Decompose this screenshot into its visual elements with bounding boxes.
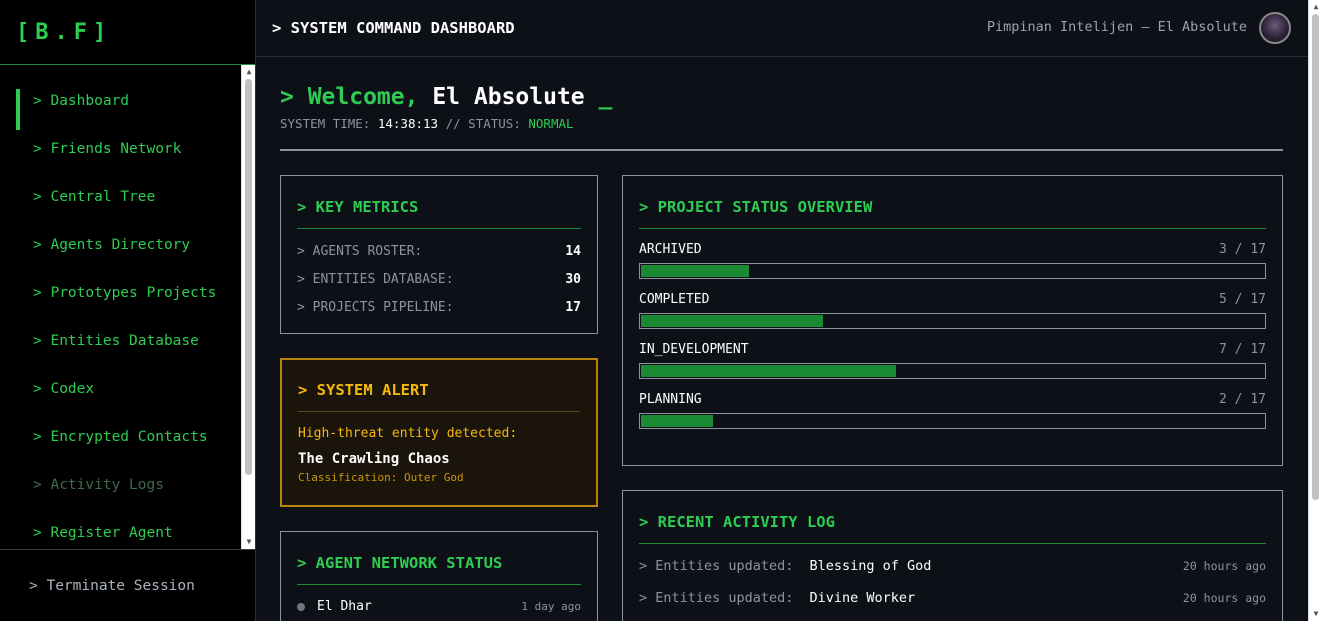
metric-label: > PROJECTS PIPELINE: (297, 299, 454, 315)
sidebar-item-friends-network[interactable]: > Friends Network (0, 125, 240, 173)
activity-value: Divine Worker (809, 590, 916, 606)
avatar[interactable] (1259, 12, 1291, 44)
terminate-session-button[interactable]: > Terminate Session (0, 549, 255, 621)
progress-bar (639, 413, 1266, 429)
alert-message: High-threat entity detected: (298, 426, 518, 441)
system-alert-title: > SYSTEM ALERT (298, 381, 580, 412)
project-status-row: PLANNING 2 / 17 (639, 392, 1266, 429)
progress-bar (639, 363, 1266, 379)
agent-network-title: > AGENT NETWORK STATUS (297, 554, 581, 585)
sidebar-item-register-agent[interactable]: > Register Agent (0, 509, 240, 549)
activity-time: 20 hours ago (1182, 559, 1266, 573)
sidebar-scrollbar[interactable]: ▲ ▼ (241, 65, 255, 549)
sidebar-nav: > Dashboard > Friends Network > Central … (0, 65, 240, 549)
top-header: > SYSTEM COMMAND DASHBOARD Pimpinan Inte… (256, 0, 1308, 57)
status-label: // STATUS: (438, 116, 529, 131)
key-metrics-panel: > KEY METRICS > AGENTS ROSTER: 14 > ENTI… (280, 175, 598, 334)
metric-value: 30 (565, 271, 581, 287)
system-status-line: SYSTEM TIME: 14:38:13 // STATUS: NORMAL (280, 116, 574, 131)
project-status-panel: > PROJECT STATUS OVERVIEW ARCHIVED 3 / 1… (622, 175, 1283, 466)
metric-value: 17 (565, 299, 581, 315)
agent-network-panel: > AGENT NETWORK STATUS El Dhar 1 day ago (280, 531, 598, 621)
project-status-count: 2 / 17 (1219, 392, 1266, 407)
progress-fill (641, 415, 713, 427)
list-item[interactable]: El Dhar 1 day ago (297, 599, 581, 614)
sidebar-item-prototypes-projects[interactable]: > Prototypes Projects (0, 269, 240, 317)
page-scroll-thumb[interactable] (1312, 14, 1319, 500)
metric-row: > ENTITIES DATABASE: 30 (297, 265, 581, 293)
system-time: 14:38:13 (377, 116, 439, 131)
metric-row: > PROJECTS PIPELINE: 17 (297, 293, 581, 321)
page-title: > SYSTEM COMMAND DASHBOARD (272, 19, 515, 37)
alert-classification: Classification: Outer God (298, 471, 464, 484)
key-metrics-title: > KEY METRICS (297, 198, 581, 229)
user-label: Pimpinan Intelijen — El Absolute (986, 19, 1247, 35)
system-alert-panel: > SYSTEM ALERT High-threat entity detect… (280, 358, 598, 507)
project-status-label: PLANNING (639, 392, 702, 407)
brand-logo[interactable]: [B.F] (0, 0, 255, 65)
progress-fill (641, 315, 823, 327)
welcome-name: El Absolute (432, 84, 585, 110)
sidebar-item-encrypted-contacts[interactable]: > Encrypted Contacts (0, 413, 240, 461)
sidebar-item-activity-logs[interactable]: > Activity Logs (0, 461, 240, 509)
system-time-label: SYSTEM TIME: (280, 116, 378, 131)
project-status-label: IN_DEVELOPMENT (639, 342, 749, 357)
agent-name: El Dhar (317, 599, 372, 614)
project-status-row: ARCHIVED 3 / 17 (639, 242, 1266, 279)
alert-entity[interactable]: The Crawling Chaos (298, 451, 580, 467)
project-status-title: > PROJECT STATUS OVERVIEW (639, 198, 1266, 229)
brand-text: [B.F] (16, 19, 113, 45)
sidebar-item-central-tree[interactable]: > Central Tree (0, 173, 240, 221)
sidebar-item-dashboard[interactable]: > Dashboard (0, 77, 240, 130)
activity-value: Blessing of God (809, 558, 932, 574)
agent-last-seen: 1 day ago (521, 600, 581, 613)
metric-value: 14 (565, 243, 581, 259)
activity-time: 20 hours ago (1182, 591, 1266, 605)
metric-label: > ENTITIES DATABASE: (297, 271, 454, 287)
progress-fill (641, 265, 750, 277)
activity-label: > Entities updated: (639, 590, 794, 606)
activity-label: > Entities updated: (639, 558, 794, 574)
scroll-up-icon[interactable]: ▲ (244, 67, 254, 77)
progress-bar (639, 313, 1266, 329)
project-status-label: ARCHIVED (639, 242, 702, 257)
recent-activity-title: > RECENT ACTIVITY LOG (639, 513, 1266, 544)
sidebar-scroll-thumb[interactable] (245, 79, 252, 475)
project-status-label: COMPLETED (639, 292, 710, 307)
progress-bar (639, 263, 1266, 279)
list-item[interactable]: > Entities updated: Blessing of God 20 h… (639, 550, 1266, 582)
sidebar-item-agents-directory[interactable]: > Agents Directory (0, 221, 240, 269)
page-scrollbar[interactable]: ▲ ▼ (1308, 0, 1322, 621)
project-status-row: COMPLETED 5 / 17 (639, 292, 1266, 329)
sidebar-item-codex[interactable]: > Codex (0, 365, 240, 413)
metric-label: > AGENTS ROSTER: (297, 243, 423, 259)
page-scroll-up-icon[interactable]: ▲ (1311, 2, 1321, 12)
progress-fill (641, 365, 897, 377)
welcome-prefix: > Welcome, (280, 84, 433, 110)
scroll-down-icon[interactable]: ▼ (244, 537, 254, 547)
recent-activity-panel: > RECENT ACTIVITY LOG > Entities updated… (622, 490, 1283, 621)
sidebar: [B.F] > Dashboard > Friends Network > Ce… (0, 0, 256, 621)
welcome-heading: > Welcome, El Absolute _ (280, 84, 612, 110)
status-dot-icon (297, 602, 305, 611)
project-status-row: IN_DEVELOPMENT 7 / 17 (639, 342, 1266, 379)
page-scroll-down-icon[interactable]: ▼ (1311, 609, 1321, 619)
project-status-count: 3 / 17 (1219, 242, 1266, 257)
divider (280, 149, 1283, 151)
list-item[interactable]: > Entities updated: Divine Worker 20 hou… (639, 582, 1266, 614)
project-status-count: 7 / 17 (1219, 342, 1266, 357)
status-value: NORMAL (528, 116, 574, 131)
sidebar-item-entities-database[interactable]: > Entities Database (0, 317, 240, 365)
cursor-glyph: _ (584, 84, 613, 110)
metric-row: > AGENTS ROSTER: 14 (297, 237, 581, 265)
project-status-count: 5 / 17 (1219, 292, 1266, 307)
